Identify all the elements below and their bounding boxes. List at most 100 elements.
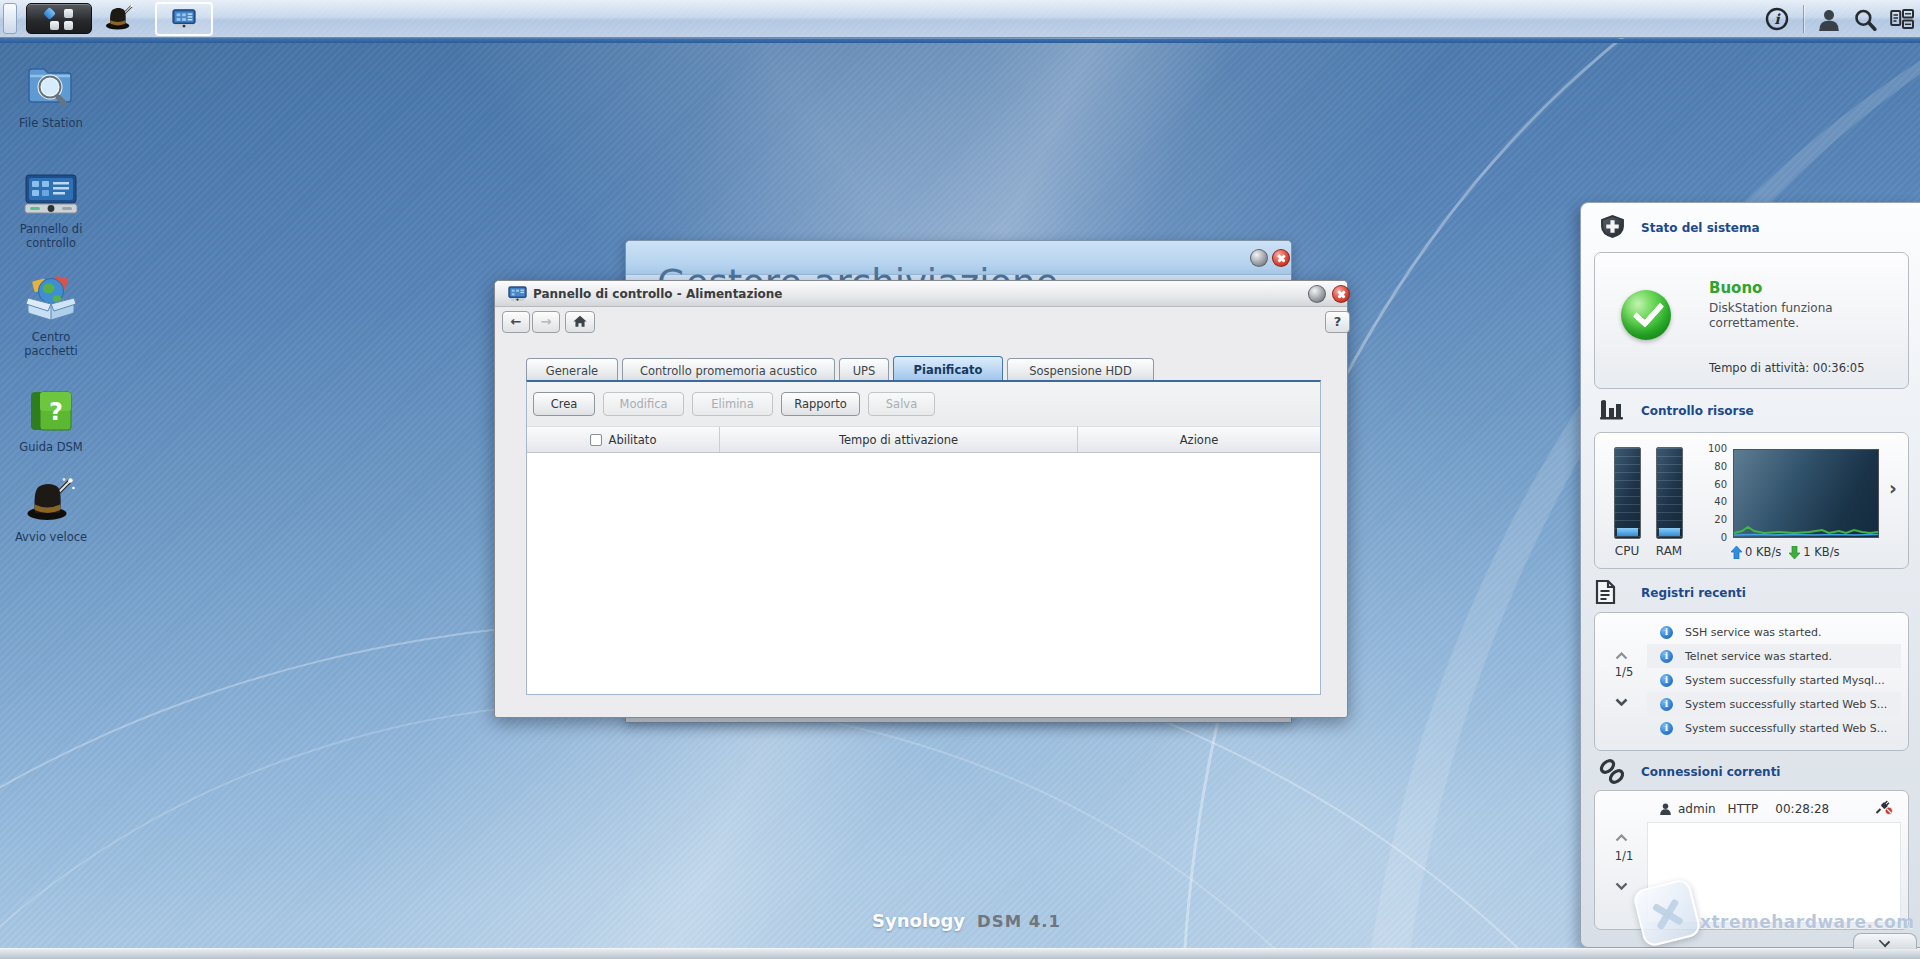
axis-tick: 40 xyxy=(1701,496,1727,507)
desktop-icon-control-panel[interactable]: Pannello di controllo xyxy=(1,174,101,250)
log-row[interactable]: i System successfully started Mysql... xyxy=(1647,668,1901,692)
logs-page-up[interactable] xyxy=(1615,645,1628,653)
salva-button[interactable]: Salva xyxy=(868,392,935,416)
desktop-icon-file-station[interactable]: File Station xyxy=(1,62,101,130)
connections-page-down[interactable] xyxy=(1615,875,1628,883)
pilot-view-icon xyxy=(1890,9,1914,29)
desktop-background: i File Station Pannello di controllo Cen… xyxy=(0,0,1920,959)
log-row[interactable]: iTelnet service was started. xyxy=(1647,644,1901,668)
column-header-azione[interactable]: Azione xyxy=(1078,427,1320,452)
crea-button[interactable]: Crea xyxy=(533,392,595,416)
desktop-icon-dsm-help[interactable]: ? Guida DSM xyxy=(1,390,101,454)
svg-text:?: ? xyxy=(49,398,63,426)
top-bar xyxy=(0,0,1920,38)
log-text: SSH service was started. xyxy=(1685,626,1821,639)
sidebar-collapse-tab[interactable] xyxy=(1853,933,1917,949)
main-menu-button[interactable] xyxy=(26,3,92,34)
back-button[interactable]: ← xyxy=(502,311,530,333)
minimize-button[interactable] xyxy=(1250,249,1268,267)
network-speed: 0 KB/s 1 KB/s xyxy=(1731,545,1840,559)
axis-tick: 100 xyxy=(1701,443,1727,454)
log-text: System successfully started Web S... xyxy=(1685,698,1887,711)
taskbar-control-panel-button[interactable] xyxy=(155,2,213,36)
column-header-abilitato[interactable]: Abilitato xyxy=(527,427,720,452)
status-description: DiskStation funziona correttamente. xyxy=(1709,301,1874,331)
watermark-text: xtremehardware.com xyxy=(1700,912,1914,932)
logs-page-down[interactable] xyxy=(1615,691,1628,699)
logs-page-indicator: 1/5 xyxy=(1605,665,1643,679)
pilot-view-button[interactable] xyxy=(1890,9,1914,33)
forward-button[interactable]: → xyxy=(532,311,560,333)
connections-page-indicator: 1/1 xyxy=(1605,849,1643,863)
network-chart xyxy=(1733,449,1879,538)
log-row[interactable]: i SSH service was started. xyxy=(1647,620,1901,644)
disconnect-icon[interactable] xyxy=(1875,800,1893,818)
info-icon: i xyxy=(1660,674,1673,687)
elimina-button[interactable]: Elimina xyxy=(692,392,773,416)
log-row[interactable]: iSystem successfully started Web S... xyxy=(1647,692,1901,716)
status-value: Buono xyxy=(1709,279,1762,297)
close-button[interactable] xyxy=(1272,249,1290,267)
brand-version: DSM 4.1 xyxy=(977,912,1061,931)
section-title-resource-monitor: Controllo risorse xyxy=(1641,404,1754,418)
window-title: Pannello di controllo - Alimentazione xyxy=(533,287,783,301)
log-list: i SSH service was started. iTelnet servic… xyxy=(1647,620,1901,740)
user-menu-button[interactable] xyxy=(1817,8,1841,36)
bottom-strip xyxy=(0,948,1920,959)
status-ok-icon xyxy=(1621,290,1671,340)
select-all-checkbox[interactable] xyxy=(590,434,602,446)
log-row[interactable]: iSystem successfully started Web S... xyxy=(1647,716,1901,740)
desktop-icon-label: Avvio veloce xyxy=(1,530,101,544)
resource-monitor-card: CPU RAM 100 80 60 40 20 0 0 KB/s 1 KB/s … xyxy=(1594,432,1909,569)
recent-logs-card: 1/5 i SSH service was started. iTelnet se… xyxy=(1594,612,1909,751)
control-panel-window: Pannello di controllo - Alimentazione ← … xyxy=(494,280,1348,718)
user-icon xyxy=(1817,8,1841,32)
section-title-recent-logs: Registri recenti xyxy=(1641,586,1746,600)
chain-link-icon xyxy=(1599,759,1626,789)
connections-page-up[interactable] xyxy=(1615,827,1628,835)
search-button[interactable] xyxy=(1853,8,1877,36)
desktop-icon-label: Guida DSM xyxy=(1,440,101,454)
minimize-button[interactable] xyxy=(1308,285,1326,303)
ram-meter xyxy=(1656,447,1683,539)
tab-ups[interactable]: UPS xyxy=(839,358,889,382)
desktop-icon-label: File Station xyxy=(1,116,101,130)
section-title-system-status: Stato del sistema xyxy=(1641,221,1760,235)
desktop-icon-quick-start[interactable]: Avvio veloce xyxy=(1,476,101,544)
rapporto-button[interactable]: Rapporto xyxy=(781,392,860,416)
tab-sospensione-hdd[interactable]: Sospensione HDD xyxy=(1007,358,1154,382)
tab-generale[interactable]: Generale xyxy=(526,358,618,382)
table-header: Abilitato Tempo di attivazione Azione xyxy=(527,426,1320,453)
tab-pianificato[interactable]: Pianificato xyxy=(893,356,1003,382)
package-center-icon xyxy=(25,274,77,322)
chevron-up-icon xyxy=(1615,652,1628,660)
info-icon: i xyxy=(1660,722,1673,735)
help-button[interactable]: ? xyxy=(1325,311,1350,333)
connection-row[interactable]: admin HTTP 00:28:28 xyxy=(1647,798,1901,820)
uptime-label: Tempo di attività: 00:36:05 xyxy=(1709,361,1865,375)
bar-chart-icon xyxy=(1599,399,1626,425)
column-header-tempo-di-attivazione[interactable]: Tempo di attivazione xyxy=(720,427,1078,452)
home-button[interactable] xyxy=(565,311,595,333)
connection-protocol: HTTP xyxy=(1728,802,1759,816)
close-button[interactable] xyxy=(1332,285,1350,303)
axis-tick: 20 xyxy=(1701,514,1727,525)
log-text: System successfully started Mysql... xyxy=(1685,674,1885,687)
desktop-icon-label: Pannello di controllo xyxy=(1,222,101,250)
magic-hat-icon xyxy=(26,476,76,522)
taskbar-quick-start-button[interactable] xyxy=(100,3,140,34)
svg-text:i: i xyxy=(1774,11,1781,27)
download-arrow-icon xyxy=(1789,546,1800,559)
toolbar: Crea Modifica Elimina Rapporto Salva xyxy=(527,382,1320,426)
info-icon: i xyxy=(1660,650,1673,663)
show-desktop-button[interactable] xyxy=(3,3,17,34)
download-speed: 1 KB/s xyxy=(1803,545,1839,559)
info-icon: i xyxy=(1660,626,1673,639)
info-button[interactable]: i xyxy=(1765,7,1789,35)
ram-label: RAM xyxy=(1651,544,1687,558)
modifica-button[interactable]: Modifica xyxy=(603,392,684,416)
expand-chevron[interactable]: › xyxy=(1889,477,1897,499)
connection-time: 00:28:28 xyxy=(1775,802,1829,816)
desktop-icon-package-center[interactable]: Centro pacchetti xyxy=(1,274,101,358)
tab-controllo-promemoria-acustico[interactable]: Controllo promemoria acustico xyxy=(622,358,835,382)
